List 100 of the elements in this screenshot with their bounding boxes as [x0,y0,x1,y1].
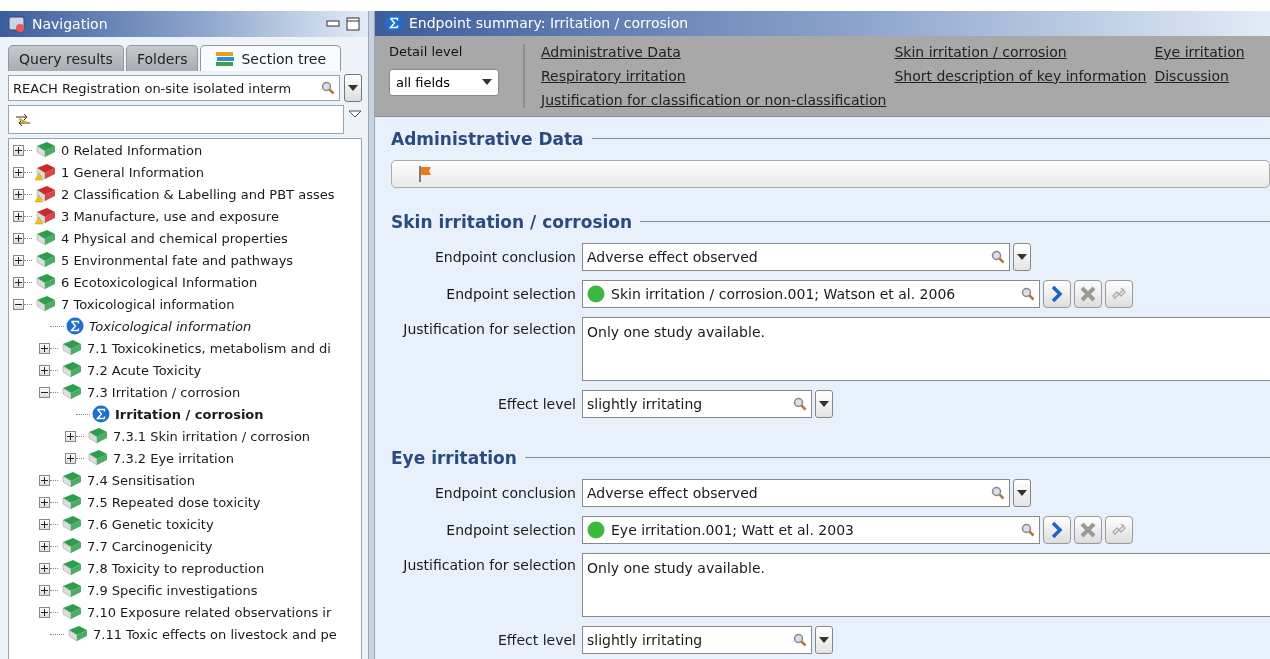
search-icon [321,81,335,95]
tree-item[interactable]: 7.10 Exposure related observations ir [87,604,332,620]
go-to-button[interactable] [1043,279,1071,308]
tree-item[interactable]: 7.3.2 Eye irritation [113,450,234,466]
combo-field[interactable]: slightly irritating [582,625,812,654]
maximize-icon[interactable] [346,17,360,31]
caret-icon [819,400,829,407]
expand-icon[interactable] [39,584,50,596]
expand-icon[interactable] [13,276,24,288]
sigma-icon [385,14,403,33]
tree-item[interactable]: 7.5 Repeated dose toxicity [87,494,261,510]
tree-item[interactable]: 7.11 Toxic effects on livestock and pe [93,626,337,642]
section-title: Eye irritation [391,447,517,468]
collapse-icon[interactable] [13,298,24,310]
text-area[interactable]: Only one study available. [582,316,1270,381]
template-field[interactable]: REACH Registration on-site isolated interm [8,75,340,101]
section-link[interactable]: Respiratory irritation [541,67,887,84]
tree-item[interactable]: 7.7 Carcinogenicity [87,538,213,554]
field-label: Endpoint selection [445,285,576,302]
field-label: Endpoint conclusion [434,248,576,265]
section-link[interactable]: Discussion [1154,67,1245,84]
dropdown-button[interactable] [815,389,833,418]
dropdown-button[interactable] [344,74,362,102]
chevron-icon [1051,285,1063,302]
dropdown-button[interactable] [815,625,833,654]
section-link[interactable]: Eye irritation [1154,43,1245,60]
caret-icon [1017,489,1027,496]
dropdown-button[interactable] [1013,478,1031,507]
tree-item[interactable]: Toxicological information [89,318,252,334]
selection-field[interactable]: Eye irritation.001; Watt et al. 2003 [582,515,1040,544]
tree-item[interactable]: 1 General Information [61,164,205,180]
expand-icon[interactable] [39,474,50,486]
dropdown-button[interactable] [1013,242,1031,271]
panel-title: Endpoint summary: Irritation / corrosion [409,15,690,32]
expand-icon[interactable] [13,232,24,244]
tab[interactable]: Folders [125,45,199,71]
selection-field[interactable]: Skin irritation / corrosion.001; Watson et al. 2006 [582,279,1040,308]
expand-icon[interactable] [13,166,24,178]
detail-level-select[interactable]: all fields [389,68,499,96]
tree-item[interactable]: Irritation / corrosion [115,406,264,422]
section-link[interactable]: Justification for classification or non-classification [541,91,887,108]
flag-icon[interactable] [418,164,432,183]
expand-icon[interactable] [39,540,50,552]
go-to-button[interactable] [1043,515,1071,544]
expand-icon[interactable] [39,518,50,530]
expand-icon[interactable] [65,430,76,442]
tree-item[interactable]: 7.8 Toxicity to reproduction [87,560,265,576]
status-dot-icon [587,520,605,539]
combo-field[interactable]: Adverse effect observed [582,242,1010,271]
tab[interactable]: Query results [8,45,124,71]
filter-field[interactable] [8,105,344,134]
expand-icon[interactable] [13,188,24,200]
field-label: Effect level [496,631,576,648]
tree-item[interactable]: 6 Ecotoxicological Information [61,274,258,290]
search-icon [793,632,807,647]
expand-icon[interactable] [39,342,50,354]
caret-icon [348,85,358,91]
tree-item[interactable]: 0 Related Information [61,142,203,158]
collapse-icon[interactable] [39,386,50,398]
tab[interactable]: Section tree [200,45,342,71]
expand-icon[interactable] [39,562,50,574]
tree-item[interactable]: 7.3.1 Skin irritation / corrosion [113,428,311,444]
expand-icon[interactable] [13,254,24,266]
tree-item[interactable]: 7.4 Sensitisation [87,472,196,488]
remove-button[interactable] [1074,515,1102,544]
expand-icon[interactable] [13,144,24,156]
text-area[interactable]: Only one study available. [582,552,1270,617]
tree-item[interactable]: 7 Toxicological information [61,296,235,312]
tree-item[interactable]: 7.2 Acute Toxicity [87,362,202,378]
section-link[interactable]: Administrative Data [541,43,887,60]
combo-field[interactable]: Adverse effect observed [582,478,1010,507]
search-icon [1021,286,1035,301]
tree-item[interactable]: 7.1 Toxicokinetics, metabolism and di [87,340,331,356]
combo-field[interactable]: slightly irritating [582,389,812,418]
section-link[interactable]: Skin irritation / corrosion [894,43,1147,60]
link-button[interactable] [1105,515,1133,544]
section-link[interactable]: Short description of key information [894,67,1147,84]
section-title: Skin irritation / corrosion [391,211,633,232]
search-icon [1021,522,1035,537]
navigation-icon [8,15,26,33]
field-label: Justification for selection [401,319,576,337]
tree-item[interactable]: 3 Manufacture, use and exposure [61,208,279,224]
link-button[interactable] [1105,279,1133,308]
tree-item[interactable]: 7.6 Genetic toxicity [87,516,214,532]
tree-item[interactable]: 7.9 Specific investigations [87,582,258,598]
section-title: Administrative Data [391,128,584,149]
expand-icon[interactable] [65,452,76,464]
tree-item[interactable]: 7.3 Irritation / corrosion [87,384,241,400]
close-icon [1080,521,1096,538]
tree-item[interactable]: 4 Physical and chemical properties [61,230,288,246]
expand-icon[interactable] [39,364,50,376]
books-icon [215,49,236,68]
expand-icon[interactable] [13,210,24,222]
expand-icon[interactable] [39,606,50,618]
minimize-icon[interactable] [326,20,340,28]
tree-item[interactable]: 5 Environmental fate and pathways [61,252,294,268]
tree-item[interactable]: 2 Classification & Labelling and PBT asses [61,186,335,202]
expand-icon[interactable] [39,496,50,508]
caret-icon [482,79,492,86]
remove-button[interactable] [1074,279,1102,308]
